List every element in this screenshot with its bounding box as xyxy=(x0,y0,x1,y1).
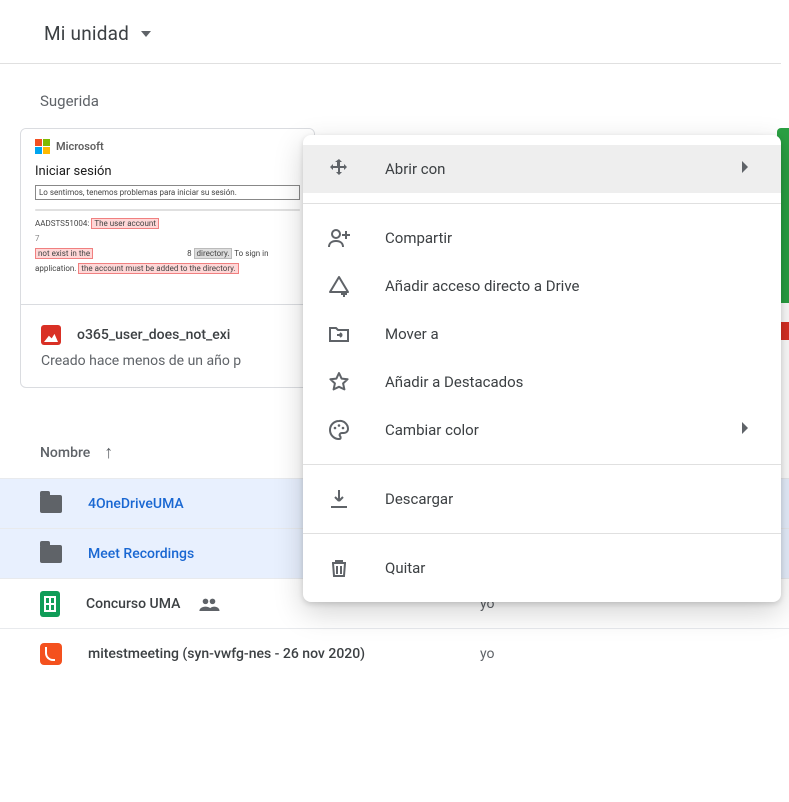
menu-label: Descargar xyxy=(385,490,757,508)
breadcrumb-my-drive-button[interactable]: Mi unidad xyxy=(40,18,155,49)
folder-icon xyxy=(40,495,62,513)
menu-separator xyxy=(303,533,781,534)
thumb-line2: not exist in the 8 directory. To sign in xyxy=(35,249,300,258)
suggested-card-thumbnail: Microsoft Iniciar sesión Lo sentimos, te… xyxy=(21,129,314,304)
suggested-card-title-row: o365_user_does_not_exi xyxy=(21,304,314,353)
file-name: Meet Recordings xyxy=(88,546,194,562)
menu-add-shortcut[interactable]: Añadir acceso directo a Drive xyxy=(303,262,781,310)
arrow-up-icon: ↑ xyxy=(104,444,113,462)
folder-icon xyxy=(40,545,62,563)
palette-icon xyxy=(327,418,385,442)
menu-remove[interactable]: Quitar xyxy=(303,544,781,592)
chevron-right-icon xyxy=(733,155,757,183)
star-icon xyxy=(327,370,385,394)
shared-icon xyxy=(198,597,220,611)
suggested-card[interactable]: Microsoft Iniciar sesión Lo sentimos, te… xyxy=(20,128,315,388)
menu-label: Añadir a Destacados xyxy=(385,373,757,391)
image-file-icon xyxy=(41,325,61,345)
file-name: mitestmeeting (syn-vwfg-nes - 26 nov 202… xyxy=(88,646,365,662)
microsoft-logo: Microsoft xyxy=(35,139,300,154)
menu-add-starred[interactable]: Añadir a Destacados xyxy=(303,358,781,406)
chevron-down-icon xyxy=(141,31,151,37)
menu-change-color[interactable]: Cambiar color xyxy=(303,406,781,454)
open-with-icon xyxy=(327,157,385,181)
context-menu: Abrir con Compartir Añadir acceso direct… xyxy=(303,135,781,602)
microsoft-logo-icon xyxy=(35,139,50,154)
suggested-card-subtitle: Creado hace menos de un año p xyxy=(21,353,314,387)
menu-label: Mover a xyxy=(385,325,757,343)
file-row-jam[interactable]: mitestmeeting (syn-vwfg-nes - 26 nov 202… xyxy=(0,628,789,678)
column-header-name-label: Nombre xyxy=(40,445,90,461)
drive-shortcut-icon xyxy=(327,274,385,298)
download-icon xyxy=(327,487,385,511)
breadcrumb: Mi unidad xyxy=(0,0,781,64)
suggested-card-filename: o365_user_does_not_exi xyxy=(77,327,230,343)
jamboard-file-icon xyxy=(40,643,62,665)
breadcrumb-label: Mi unidad xyxy=(44,22,129,45)
file-owner: yo xyxy=(480,646,495,662)
chevron-right-icon xyxy=(733,416,757,444)
menu-label: Añadir acceso directo a Drive xyxy=(385,277,757,295)
thumb-line1: AADSTS51004: The user account xyxy=(35,219,300,228)
file-name: 4OneDriveUMA xyxy=(88,496,184,512)
thumb-error-banner: Lo sentimos, tenemos problemas para inic… xyxy=(35,185,300,200)
menu-share[interactable]: Compartir xyxy=(303,214,781,262)
trash-icon xyxy=(327,556,385,580)
thumb-title: Iniciar sesión xyxy=(35,164,300,179)
menu-move-to[interactable]: Mover a xyxy=(303,310,781,358)
file-name: Concurso UMA xyxy=(86,596,180,612)
share-icon xyxy=(327,226,385,250)
menu-label: Abrir con xyxy=(385,160,733,178)
move-icon xyxy=(327,322,385,346)
menu-separator xyxy=(303,203,781,204)
menu-open-with[interactable]: Abrir con xyxy=(303,145,781,193)
menu-label: Cambiar color xyxy=(385,421,733,439)
menu-label: Quitar xyxy=(385,559,757,577)
thumb-line3: application. the account must be added t… xyxy=(35,264,300,273)
menu-separator xyxy=(303,464,781,465)
menu-label: Compartir xyxy=(385,229,757,247)
microsoft-logo-text: Microsoft xyxy=(56,140,104,153)
sheets-file-icon xyxy=(40,591,60,617)
menu-download[interactable]: Descargar xyxy=(303,475,781,523)
section-heading-suggested: Sugerida xyxy=(0,64,789,128)
